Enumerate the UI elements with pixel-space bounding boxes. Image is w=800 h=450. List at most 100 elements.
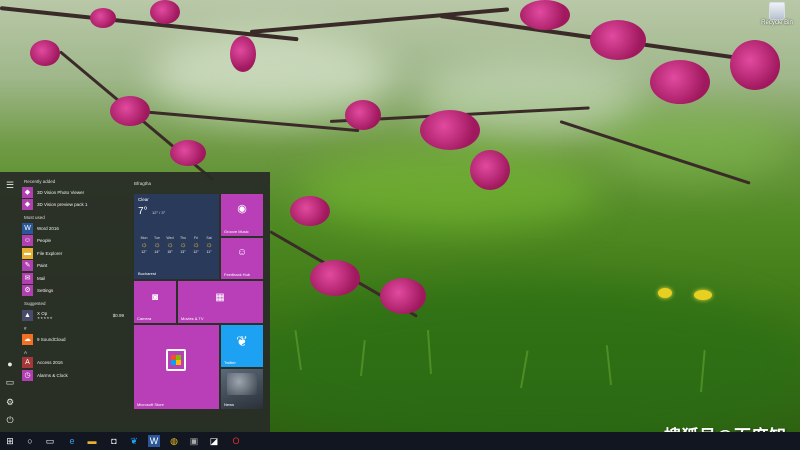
camera-icon: ◙: [151, 292, 159, 303]
people-icon: ☺: [22, 235, 33, 247]
documents-icon[interactable]: ▭: [4, 376, 16, 388]
mail-icon: ✉: [22, 272, 33, 284]
app-item-mail[interactable]: ✉ Mail: [22, 272, 128, 285]
forecast-day: Wed ☼ 15°: [164, 236, 176, 254]
forecast-day: Mon ☼ 12°: [138, 236, 150, 254]
windows-start-icon[interactable]: ⊞: [4, 435, 16, 447]
forecast-day: Thu ☼ 13°: [177, 236, 189, 254]
app-name: 9 SoundCloud: [37, 336, 66, 342]
forecast-temp: 13°: [180, 250, 186, 254]
tile-microsoft-store[interactable]: Microsoft Store: [134, 325, 219, 409]
tile-label: Feedback Hub: [224, 272, 251, 277]
weather-condition: Clear: [138, 197, 149, 202]
tile-label: Twitter: [224, 360, 236, 365]
app-item-file-explorer[interactable]: ▬ File Explorer: [22, 247, 128, 260]
blossom-cluster: [310, 260, 360, 296]
app-item-3d-vision-preview-pack[interactable]: ◆ 3D Vision preview pack 1: [22, 199, 128, 212]
app-name: Word 2016: [37, 225, 59, 231]
blossom-cluster: [110, 96, 150, 126]
app-item-people[interactable]: ☺ People: [22, 235, 128, 248]
forecast-day: Tue ☼ 14°: [151, 236, 163, 254]
user-account-icon[interactable]: ●: [4, 358, 16, 370]
soundcloud-icon: ☁: [22, 333, 33, 345]
app-item-paint[interactable]: ✎ Paint: [22, 260, 128, 273]
app-item-3d-vision-photo-viewer[interactable]: ◆ 3D Vision Photo Viewer: [22, 186, 128, 199]
app-item-word[interactable]: W Word 2016: [22, 222, 128, 235]
rating-stars: ★★★★★: [37, 315, 53, 320]
dandelion: [658, 288, 672, 298]
section-header-suggested: Suggested: [24, 301, 46, 306]
opera-icon[interactable]: O: [230, 435, 242, 447]
weather-tile[interactable]: Clear 7° 12° / 3° Mon ☼ 12° Tue ☼ 14° We…: [134, 194, 219, 279]
blossom-cluster: [345, 100, 381, 130]
blossom-cluster: [520, 0, 570, 30]
weather-temperature: 7°: [138, 206, 148, 217]
weather-city: Bucharest: [138, 271, 157, 276]
app-icon[interactable]: ▣: [188, 435, 200, 447]
app-name: X Op: [37, 310, 48, 316]
sun-icon: ☼: [153, 240, 161, 249]
app-item-suggested[interactable]: ▲ X Op ★★★★★ $0.99: [22, 308, 128, 322]
folder-icon: ▬: [22, 247, 33, 259]
store-icon[interactable]: ◘: [108, 435, 120, 447]
tile-feedback-hub[interactable]: ☺ Feedback Hub: [221, 238, 263, 279]
app-name: Settings: [37, 288, 54, 294]
task-view-icon[interactable]: ▭: [44, 435, 56, 447]
chrome-icon[interactable]: ◍: [168, 435, 180, 447]
file-explorer-icon[interactable]: ▬: [86, 435, 98, 447]
app-item-alarms[interactable]: ◷ Alarms & Clock: [22, 369, 128, 382]
blossom-cluster: [470, 150, 510, 190]
app-name: Access 2016: [37, 360, 63, 366]
app-name: Alarms & Clock: [37, 372, 68, 378]
news-photo: [227, 373, 257, 395]
blossom-cluster: [650, 60, 710, 104]
tile-news[interactable]: News: [221, 369, 263, 409]
settings-icon: ⚙: [22, 285, 33, 297]
cortana-icon[interactable]: ○: [24, 435, 36, 447]
sun-icon: ☼: [205, 240, 213, 249]
sun-icon: ☼: [192, 240, 200, 249]
tile-label: Groove Music: [224, 229, 249, 234]
recycle-bin-shortcut[interactable]: Recycle Bin: [760, 2, 794, 26]
sun-icon: ☼: [179, 240, 187, 249]
app-price: $0.99: [112, 312, 124, 318]
access-icon: A: [22, 357, 33, 369]
blossom-cluster: [420, 110, 480, 150]
tile-label: News: [224, 402, 235, 407]
tile-movies-tv[interactable]: ▦ Movies & TV: [178, 281, 263, 323]
forecast-temp: 15°: [167, 250, 173, 254]
forecast-day: Sat ☼ 11°: [203, 236, 215, 254]
twitter-icon[interactable]: ❦: [128, 435, 140, 447]
photos-icon[interactable]: ◪: [208, 435, 220, 447]
power-icon[interactable]: ⏻: [4, 414, 16, 426]
paint-icon: ✎: [22, 260, 33, 272]
3d-icon: ◆: [22, 199, 33, 211]
tile-label: Movies & TV: [181, 316, 204, 321]
forecast-day: Fri ☼ 12°: [190, 236, 202, 254]
tile-camera[interactable]: ◙ Camera: [134, 281, 176, 323]
suggested-app-info: X Op ★★★★★: [37, 311, 53, 320]
tile-twitter[interactable]: ❦ Twitter: [221, 325, 263, 367]
word-icon[interactable]: W: [148, 435, 160, 447]
app-name: 3D Vision preview pack 1: [37, 202, 88, 208]
word-icon: W: [22, 222, 33, 234]
settings-icon[interactable]: ⚙: [4, 396, 16, 408]
tile-group-header[interactable]: Bfragtha: [134, 181, 151, 186]
app-item-access[interactable]: A Access 2016: [22, 357, 128, 370]
tile-groove-music[interactable]: ◉ Groove Music: [221, 194, 263, 236]
sun-icon: ☼: [166, 240, 174, 249]
app-item-soundcloud[interactable]: ☁ 9 SoundCloud: [22, 333, 128, 346]
hamburger-menu-icon[interactable]: ☰: [4, 179, 16, 191]
app-name: File Explorer: [37, 250, 63, 256]
taskbar: ⊞ ○ ▭ e ▬ ◘ ❦ W ◍ ▣ ◪ O: [0, 432, 800, 450]
app-item-settings[interactable]: ⚙ Settings: [22, 285, 128, 298]
edge-icon[interactable]: e: [66, 435, 78, 447]
app-name: Mail: [37, 275, 46, 281]
app-name: 3D Vision Photo Viewer: [37, 189, 85, 195]
blossom-cluster: [90, 8, 116, 28]
forecast-temp: 14°: [154, 250, 160, 254]
blossom-cluster: [590, 20, 646, 60]
blossom-cluster: [290, 196, 330, 226]
bokeh-light: [300, 150, 600, 230]
start-menu: ☰ ● ▭ ⚙ ⏻ Recently added ◆ 3D Vision Pho…: [0, 172, 270, 432]
